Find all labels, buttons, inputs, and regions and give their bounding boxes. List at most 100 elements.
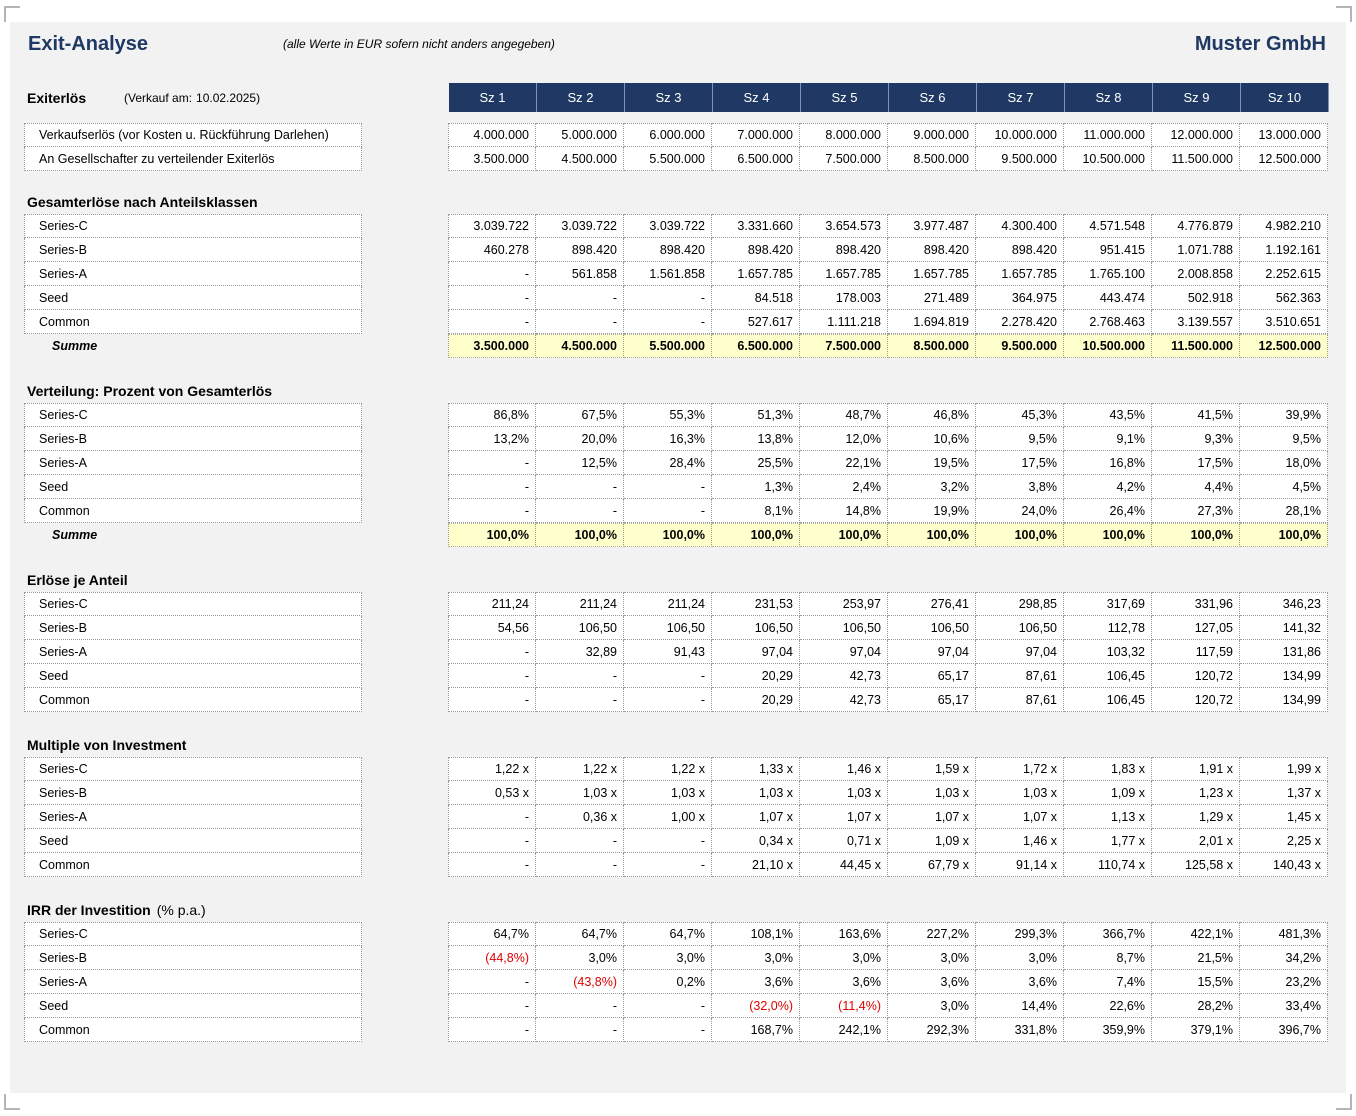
value-cell[interactable]: - — [448, 970, 536, 994]
value-cell[interactable]: 898.420 — [888, 238, 976, 262]
value-cell[interactable]: - — [624, 688, 712, 712]
value-cell[interactable]: 2,01 x — [1152, 829, 1240, 853]
value-cell[interactable]: 1.561.858 — [624, 262, 712, 286]
value-cell[interactable]: 292,3% — [888, 1018, 976, 1042]
value-cell[interactable]: 106,45 — [1064, 688, 1152, 712]
value-cell[interactable]: 1,77 x — [1064, 829, 1152, 853]
value-cell[interactable]: 18,0% — [1240, 451, 1328, 475]
value-cell[interactable]: - — [624, 664, 712, 688]
value-cell[interactable]: 10.500.000 — [1064, 334, 1152, 358]
value-cell[interactable]: 39,9% — [1240, 403, 1328, 427]
value-cell[interactable]: - — [624, 499, 712, 523]
value-cell[interactable]: 65,17 — [888, 688, 976, 712]
value-cell[interactable]: 1,07 x — [976, 805, 1064, 829]
value-cell[interactable]: 42,73 — [800, 664, 888, 688]
scenario-header-3[interactable]: Sz 3 — [625, 83, 713, 112]
value-cell[interactable]: 42,73 — [800, 688, 888, 712]
scenario-header-4[interactable]: Sz 4 — [713, 83, 801, 112]
value-cell[interactable]: - — [624, 994, 712, 1018]
value-cell[interactable]: 1,45 x — [1240, 805, 1328, 829]
value-cell[interactable]: 100,0% — [800, 523, 888, 547]
value-cell[interactable]: 23,2% — [1240, 970, 1328, 994]
value-cell[interactable]: - — [448, 1018, 536, 1042]
value-cell[interactable]: 12.000.000 — [1152, 123, 1240, 147]
value-cell[interactable]: 1,72 x — [976, 757, 1064, 781]
value-cell[interactable]: 3,0% — [800, 946, 888, 970]
row-label[interactable]: Common — [24, 688, 362, 712]
row-label[interactable]: An Gesellschafter zu verteilender Exiter… — [24, 147, 362, 171]
value-cell[interactable]: 9,5% — [1240, 427, 1328, 451]
scenario-header-6[interactable]: Sz 6 — [889, 83, 977, 112]
value-cell[interactable]: 3,6% — [712, 970, 800, 994]
value-cell[interactable]: 1,03 x — [536, 781, 624, 805]
row-label[interactable]: Series-B — [24, 427, 362, 451]
value-cell[interactable]: 0,36 x — [536, 805, 624, 829]
row-label[interactable]: Series-A — [24, 451, 362, 475]
value-cell[interactable]: 10.000.000 — [976, 123, 1064, 147]
value-cell[interactable]: 227,2% — [888, 922, 976, 946]
value-cell[interactable]: 3,6% — [800, 970, 888, 994]
value-cell[interactable]: 45,3% — [976, 403, 1064, 427]
value-cell[interactable]: (11,4%) — [800, 994, 888, 1018]
value-cell[interactable]: 1,03 x — [712, 781, 800, 805]
value-cell[interactable]: 100,0% — [624, 523, 712, 547]
value-cell[interactable]: 2.278.420 — [976, 310, 1064, 334]
value-cell[interactable]: 84.518 — [712, 286, 800, 310]
value-cell[interactable]: 0,53 x — [448, 781, 536, 805]
value-cell[interactable]: - — [448, 286, 536, 310]
value-cell[interactable]: 12.500.000 — [1240, 334, 1328, 358]
value-cell[interactable]: 19,5% — [888, 451, 976, 475]
value-cell[interactable]: - — [536, 688, 624, 712]
value-cell[interactable]: 87,61 — [976, 664, 1064, 688]
value-cell[interactable]: 13,8% — [712, 427, 800, 451]
value-cell[interactable]: 299,3% — [976, 922, 1064, 946]
value-cell[interactable]: 4,5% — [1240, 475, 1328, 499]
value-cell[interactable]: 131,86 — [1240, 640, 1328, 664]
value-cell[interactable]: 7.500.000 — [800, 147, 888, 171]
value-cell[interactable]: 1.111.218 — [800, 310, 888, 334]
value-cell[interactable]: 67,5% — [536, 403, 624, 427]
value-cell[interactable]: 54,56 — [448, 616, 536, 640]
value-cell[interactable]: 97,04 — [800, 640, 888, 664]
value-cell[interactable]: - — [536, 499, 624, 523]
value-cell[interactable]: 21,5% — [1152, 946, 1240, 970]
value-cell[interactable]: 366,7% — [1064, 922, 1152, 946]
value-cell[interactable]: 396,7% — [1240, 1018, 1328, 1042]
value-cell[interactable]: 211,24 — [624, 592, 712, 616]
value-cell[interactable]: 1,23 x — [1152, 781, 1240, 805]
value-cell[interactable]: 141,32 — [1240, 616, 1328, 640]
value-cell[interactable]: 2,4% — [800, 475, 888, 499]
value-cell[interactable]: - — [448, 829, 536, 853]
scenario-header-1[interactable]: Sz 1 — [449, 83, 537, 112]
value-cell[interactable]: 7.000.000 — [712, 123, 800, 147]
value-cell[interactable]: 26,4% — [1064, 499, 1152, 523]
value-cell[interactable]: 168,7% — [712, 1018, 800, 1042]
value-cell[interactable]: 103,32 — [1064, 640, 1152, 664]
value-cell[interactable]: 231,53 — [712, 592, 800, 616]
value-cell[interactable]: 3.654.573 — [800, 214, 888, 238]
value-cell[interactable]: 28,2% — [1152, 994, 1240, 1018]
value-cell[interactable]: 64,7% — [448, 922, 536, 946]
value-cell[interactable]: 9.000.000 — [888, 123, 976, 147]
value-cell[interactable]: 22,1% — [800, 451, 888, 475]
value-cell[interactable]: 3,6% — [976, 970, 1064, 994]
row-label[interactable]: Series-B — [24, 781, 362, 805]
value-cell[interactable]: - — [448, 499, 536, 523]
value-cell[interactable]: - — [536, 310, 624, 334]
row-label[interactable]: Series-A — [24, 262, 362, 286]
value-cell[interactable]: 17,5% — [1152, 451, 1240, 475]
value-cell[interactable]: 3,0% — [624, 946, 712, 970]
value-cell[interactable]: 106,45 — [1064, 664, 1152, 688]
value-cell[interactable]: 1,99 x — [1240, 757, 1328, 781]
value-cell[interactable]: 1,3% — [712, 475, 800, 499]
value-cell[interactable]: 1,22 x — [624, 757, 712, 781]
value-cell[interactable]: 1,37 x — [1240, 781, 1328, 805]
value-cell[interactable]: - — [536, 475, 624, 499]
value-cell[interactable]: 25,5% — [712, 451, 800, 475]
value-cell[interactable]: 11.500.000 — [1152, 334, 1240, 358]
value-cell[interactable]: 19,9% — [888, 499, 976, 523]
value-cell[interactable]: 3,0% — [712, 946, 800, 970]
value-cell[interactable]: 1,59 x — [888, 757, 976, 781]
value-cell[interactable]: 106,50 — [888, 616, 976, 640]
value-cell[interactable]: 97,04 — [888, 640, 976, 664]
